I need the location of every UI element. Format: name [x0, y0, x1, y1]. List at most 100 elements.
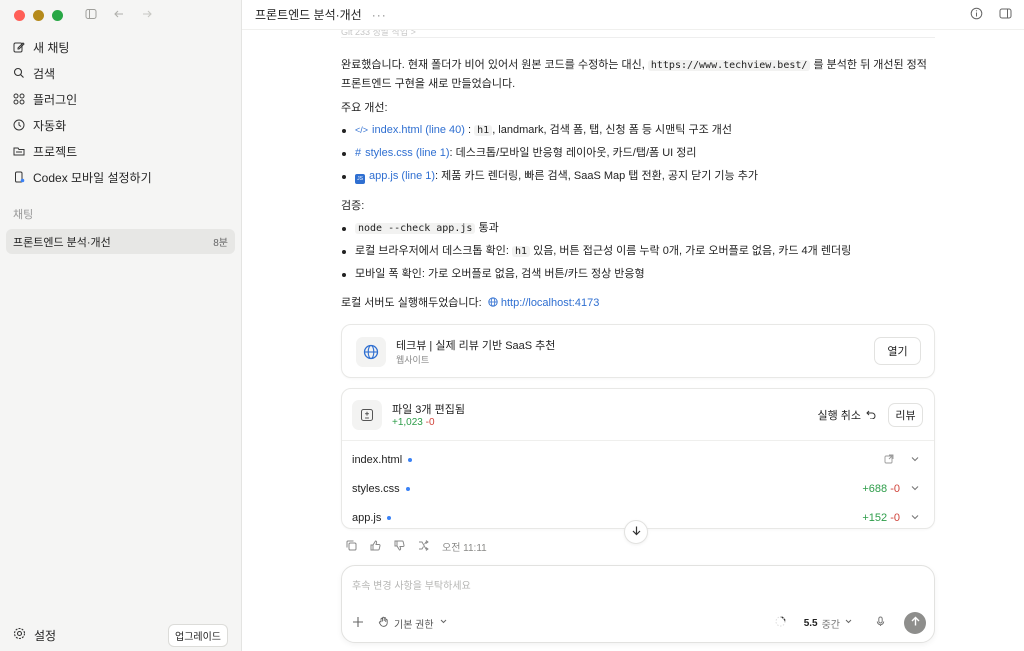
- unsaved-dot: [408, 457, 413, 462]
- inline-code: h1: [474, 125, 493, 136]
- arrow-down-icon: [631, 523, 642, 541]
- verify-list: node --check app.js 통과 로컬 브라우저에서 데스크톱 확인…: [341, 217, 935, 286]
- list-item: </> index.html (line 40) : h1, landmark, …: [341, 119, 935, 142]
- item-text: 통과: [475, 222, 499, 234]
- sidebar-item-new-chat[interactable]: 새 채팅: [6, 34, 235, 60]
- gear-icon: [13, 627, 26, 643]
- fork-icon[interactable]: [418, 539, 429, 554]
- undo-button[interactable]: 실행 취소: [817, 407, 876, 423]
- forward-arrow-icon[interactable]: [141, 8, 153, 23]
- faded-previous-text: Git 233 정말 작업 >: [341, 30, 935, 38]
- undo-icon: [866, 409, 876, 422]
- file-row-styles-css[interactable]: styles.css +688 -0: [342, 474, 934, 503]
- thumbs-down-icon[interactable]: [394, 540, 405, 554]
- chat-title: 프론트엔드 분석·개선: [13, 236, 111, 249]
- sidebar-nav: 새 채팅 검색 플러그인 자동화 프로젝트 Codex 모바일 설정하기: [0, 34, 241, 190]
- info-icon[interactable]: [970, 7, 983, 25]
- file-link[interactable]: index.html (line 40): [372, 124, 465, 136]
- intro-text: 완료했습니다. 현재 폴더가 비어 있어서 원본 코드를 수정하는 대신,: [341, 59, 645, 71]
- plus-icon[interactable]: [352, 616, 364, 631]
- item-text: :: [468, 124, 472, 136]
- sidebar: 새 채팅 검색 플러그인 자동화 프로젝트 Codex 모바일 설정하기 채팅 …: [0, 0, 242, 651]
- sidebar-item-label: 자동화: [33, 118, 67, 133]
- panel-toggle-icon[interactable]: [999, 7, 1012, 25]
- list-item: 모바일 폭 확인: 가로 오버플로 없음, 검색 버튼/카드 정상 반응형: [341, 263, 935, 286]
- composer-right: 5.5 중간: [775, 612, 926, 634]
- compose-icon: [13, 41, 25, 53]
- sidebar-item-label: Codex 모바일 설정하기: [33, 170, 152, 185]
- open-external-icon[interactable]: [884, 454, 894, 467]
- item-text: : 제품 카드 렌더링, 빠른 검색, SaaS Map 탭 전환, 공지 닫기…: [435, 170, 758, 182]
- search-icon: [13, 67, 25, 79]
- close-window-button[interactable]: [14, 9, 25, 21]
- effort-label: 중간: [821, 619, 840, 631]
- globe-icon: [488, 297, 501, 310]
- sidebar-item-projects[interactable]: 프로젝트: [6, 138, 235, 164]
- diff-icon: [352, 400, 382, 430]
- file-link[interactable]: styles.css (line 1): [365, 147, 449, 159]
- website-card[interactable]: 테크뷰 | 실제 리뷰 기반 SaaS 추천 웹사이트 열기: [341, 324, 935, 378]
- chats-section-label: 채팅: [13, 209, 34, 221]
- minimize-window-button[interactable]: [33, 9, 44, 21]
- item-text: 있음, 버튼 접근성 이름 누락 0개, 가로 오버플로 없음, 카드 4개 렌…: [530, 245, 852, 257]
- file-row-index-html[interactable]: index.html: [342, 445, 934, 474]
- sidebar-item-plugins[interactable]: 플러그인: [6, 86, 235, 112]
- zoom-window-button[interactable]: [52, 9, 63, 21]
- composer-input[interactable]: 후속 변경 사항을 부탁하세요: [352, 577, 471, 592]
- file-link[interactable]: app.js (line 1): [369, 170, 435, 182]
- sidebar-item-label: 새 채팅: [33, 40, 70, 55]
- model-label: 5.5: [803, 617, 818, 629]
- sidebar-item-mobile-setup[interactable]: Codex 모바일 설정하기: [6, 164, 235, 190]
- copy-icon[interactable]: [346, 540, 357, 554]
- sidebar-item-automation[interactable]: 자동화: [6, 112, 235, 138]
- send-button[interactable]: [904, 612, 926, 634]
- scroll-to-bottom-button[interactable]: [624, 520, 648, 544]
- mobile-icon: [13, 171, 25, 183]
- thumbs-up-icon[interactable]: [370, 539, 381, 554]
- server-text: 로컬 서버도 실행해두었습니다:: [341, 297, 482, 309]
- sidebar-toggle-icon[interactable]: [85, 8, 97, 23]
- composer-toolbar: 기본 권한 5.5 중간: [352, 612, 926, 634]
- list-item: JS app.js (line 1): 제품 카드 렌더링, 빠른 검색, Saa…: [341, 165, 935, 188]
- more-options-button[interactable]: ···: [372, 8, 387, 22]
- inline-code: node --check app.js: [355, 223, 476, 234]
- chevron-down-icon[interactable]: [910, 483, 920, 496]
- chat-list-item[interactable]: 프론트엔드 분석·개선 8분: [6, 229, 235, 254]
- item-text: 로컬 브라우저에서 데스크톱 확인:: [355, 245, 509, 257]
- microphone-icon[interactable]: [875, 616, 886, 630]
- main-panel: 프론트엔드 분석·개선 ··· Git 233 정말 작업 > 완료했습니다. …: [242, 0, 1024, 651]
- unsaved-dot: [405, 486, 410, 491]
- inline-code: h1: [511, 246, 531, 257]
- review-button[interactable]: 리뷰: [888, 403, 923, 427]
- file-name: app.js: [352, 511, 382, 524]
- open-website-button[interactable]: 열기: [874, 337, 921, 365]
- arrow-up-icon: [910, 616, 921, 630]
- upgrade-button[interactable]: 업그레이드: [168, 623, 228, 647]
- sidebar-item-search[interactable]: 검색: [6, 60, 235, 86]
- model-selector[interactable]: 5.5 중간: [804, 616, 853, 631]
- sidebar-item-label: 프로젝트: [33, 144, 78, 159]
- window-controls: [0, 0, 241, 30]
- item-text: : 데스크톱/모바일 반응형 레이아웃, 카드/탭/폼 UI 정리: [449, 147, 697, 159]
- permission-selector[interactable]: 기본 권한: [378, 616, 448, 631]
- unsaved-dot: [387, 515, 392, 520]
- topbar: 프론트엔드 분석·개선 ···: [242, 0, 1024, 30]
- topbar-actions: [970, 7, 1012, 25]
- hand-icon: [378, 616, 389, 630]
- plugins-icon: [13, 93, 25, 105]
- edited-files-header: 파일 3개 편집됨 +1,023 -0 실행 취소 리뷰: [342, 389, 934, 441]
- back-arrow-icon[interactable]: [113, 8, 125, 23]
- context-usage-icon[interactable]: [775, 616, 786, 630]
- file-name: index.html: [352, 453, 403, 466]
- edited-files-card: 파일 3개 편집됨 +1,023 -0 실행 취소 리뷰 index.html: [341, 388, 935, 529]
- chevron-down-icon[interactable]: [910, 454, 920, 467]
- chevron-down-icon: [439, 617, 448, 629]
- list-item: # styles.css (line 1): 데스크톱/모바일 반응형 레이아웃,…: [341, 142, 935, 165]
- message-intro: 완료했습니다. 현재 폴더가 비어 있어서 원본 코드를 수정하는 대신, ht…: [341, 56, 935, 93]
- composer[interactable]: 후속 변경 사항을 부탁하세요 기본 권한 5.5 중간: [341, 565, 935, 643]
- hash-file-icon: #: [355, 147, 362, 159]
- globe-icon: [356, 337, 386, 367]
- localhost-link[interactable]: http://localhost:4173: [501, 297, 599, 309]
- chevron-down-icon[interactable]: [910, 512, 920, 525]
- settings-button[interactable]: 설정: [13, 627, 56, 644]
